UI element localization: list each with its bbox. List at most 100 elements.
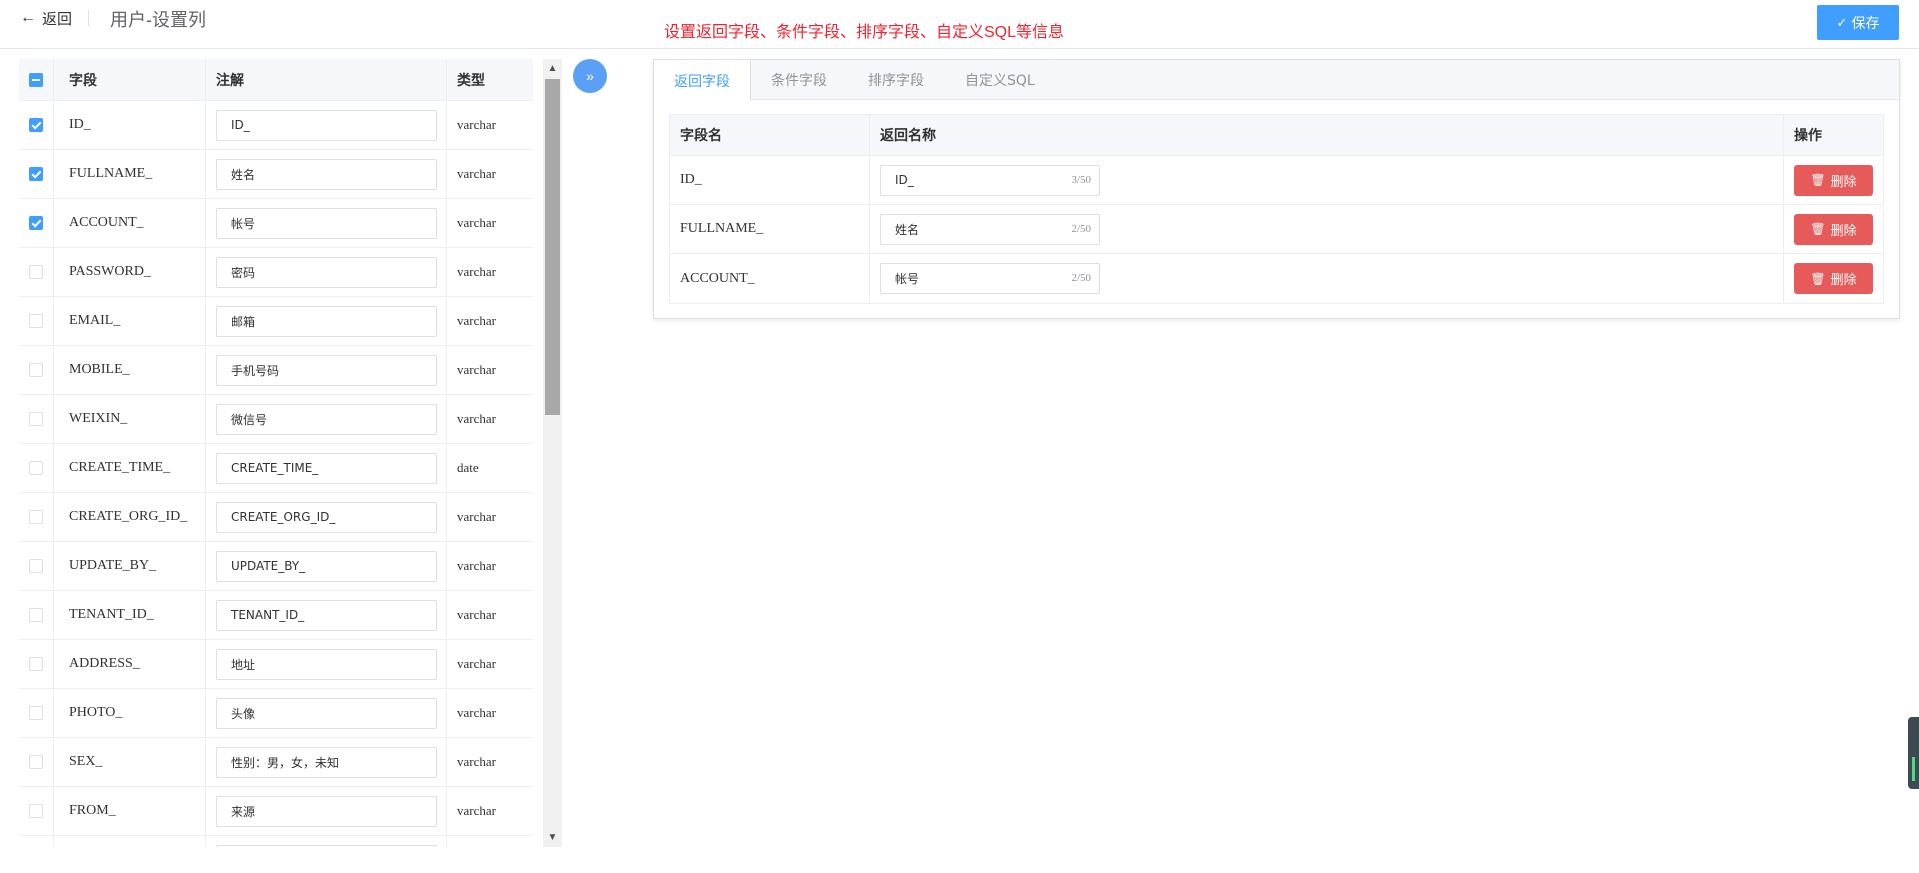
field-type: varchar [457,313,496,328]
field-table-panel: 字段 注解 类型 ID_varcharFULLNAME_varcharACCOU… [19,59,533,847]
note-input[interactable] [216,599,437,631]
field-name: CREATE_TIME_ [54,444,206,492]
note-input[interactable] [216,305,437,337]
row-checkbox[interactable] [29,118,43,132]
field-name: MOBILE_ [54,346,206,394]
table-row: ACCOUNT_ varchar [19,199,533,248]
field-type: varchar [457,264,496,279]
save-button[interactable]: ✓ 保存 [1817,5,1899,40]
note-input[interactable] [216,256,437,288]
row-checkbox[interactable] [29,363,43,377]
return-name-input[interactable]: ID_ 3/50 [880,164,1100,196]
table-row: CREATE_TIME_ date [19,444,533,493]
delete-button[interactable]: 🗑 删除 [1794,263,1873,294]
row-checkbox[interactable] [29,559,43,573]
row-checkbox[interactable] [29,706,43,720]
page-header: ← 返回 用户-设置列 设置返回字段、条件字段、排序字段、自定义SQL等信息 ✓… [0,0,1919,49]
table-row: FULLNAME_ 姓名 2/50 🗑 删除 [670,205,1883,254]
header-return-name: 返回名称 [870,115,1784,155]
note-input[interactable] [216,795,437,827]
note-input[interactable] [216,746,437,778]
note-input[interactable] [216,158,437,190]
table-row [19,836,533,847]
note-input[interactable] [216,550,437,582]
row-checkbox[interactable] [29,608,43,622]
transfer-button[interactable]: » [573,59,607,93]
note-input[interactable] [216,452,437,484]
row-checkbox[interactable] [29,461,43,475]
row-checkbox[interactable] [29,265,43,279]
table-row: WEIXIN_ varchar [19,395,533,444]
note-input[interactable] [216,207,437,239]
note-input[interactable] [216,501,437,533]
field-name: PASSWORD_ [54,248,206,296]
field-name: UPDATE_BY_ [54,542,206,590]
table-row: SEX_ varchar [19,738,533,787]
row-checkbox[interactable] [29,412,43,426]
field-type: varchar [457,558,496,573]
field-name: ADDRESS_ [54,640,206,688]
header-operation: 操作 [1794,127,1822,143]
trash-icon: 🗑 [1810,222,1826,236]
note-input[interactable] [216,697,437,729]
delete-button[interactable]: 🗑 删除 [1794,213,1873,245]
char-count: 2/50 [1071,222,1091,235]
return-name-value: ID_ [895,173,914,187]
field-type: varchar [457,166,496,181]
delete-button[interactable]: 🗑 删除 [1794,164,1873,196]
table-row: PHOTO_ varchar [19,689,533,738]
field-name: PHOTO_ [54,689,206,737]
return-name-input[interactable]: 姓名 2/50 [880,213,1100,245]
return-name-value: 姓名 [895,222,920,237]
table-row: EMAIL_ varchar [19,297,533,346]
row-checkbox[interactable] [29,510,43,524]
settings-tabs: 返回字段 条件字段 排序字段 自定义SQL [654,60,1899,101]
tab-2[interactable]: 排序字段 [848,60,945,100]
table-row: ID_ ID_ 3/50 🗑 删除 [670,156,1883,205]
row-checkbox[interactable] [29,167,43,181]
note-input[interactable] [216,109,437,141]
table-row: FULLNAME_ varchar [19,150,533,199]
note-input[interactable] [216,844,437,847]
scrollbar-thumb[interactable] [545,79,560,415]
scroll-up-icon[interactable]: ▲ [543,59,562,78]
field-type: varchar [457,215,496,230]
trash-icon: 🗑 [1810,173,1826,187]
row-checkbox[interactable] [29,657,43,671]
scroll-down-icon[interactable]: ▼ [543,828,562,847]
hint-text: 设置返回字段、条件字段、排序字段、自定义SQL等信息 [664,24,1065,41]
field-type: varchar [457,117,496,132]
header-note: 注解 [206,59,447,100]
field-type: varchar [457,607,496,622]
field-name: FULLNAME_ [54,150,206,198]
note-input[interactable] [216,403,437,435]
side-widget[interactable] [1908,717,1919,789]
field-type: varchar [457,411,496,426]
row-checkbox[interactable] [29,216,43,230]
note-input[interactable] [216,354,437,386]
row-checkbox[interactable] [29,755,43,769]
return-name-input[interactable]: 帐号 2/50 [880,263,1100,294]
tab-3[interactable]: 自定义SQL [945,60,1056,100]
field-name: CREATE_ORG_ID_ [54,493,206,541]
field-name: WEIXIN_ [54,395,206,443]
table-row: FROM_ varchar [19,787,533,836]
back-button[interactable]: ← 返回 [20,6,72,30]
select-all-checkbox[interactable] [29,72,43,87]
trash-icon: 🗑 [1810,271,1826,286]
return-field-name: ID_ [670,156,870,204]
field-table: 字段 注解 类型 ID_varcharFULLNAME_varcharACCOU… [19,59,533,847]
tab-1[interactable]: 条件字段 [751,60,848,100]
field-table-scrollbar[interactable]: ▲ ▼ [543,59,562,847]
field-type: varchar [457,656,496,671]
double-chevron-right-icon: » [586,68,594,84]
row-checkbox[interactable] [29,314,43,328]
check-icon: ✓ [1836,14,1848,30]
field-type: varchar [457,754,496,769]
row-checkbox[interactable] [29,804,43,818]
tab-0[interactable]: 返回字段 [654,60,751,101]
note-input[interactable] [216,648,437,680]
field-table-header: 字段 注解 类型 [19,59,533,101]
delete-label: 删除 [1830,173,1857,189]
field-name: ID_ [54,101,206,149]
